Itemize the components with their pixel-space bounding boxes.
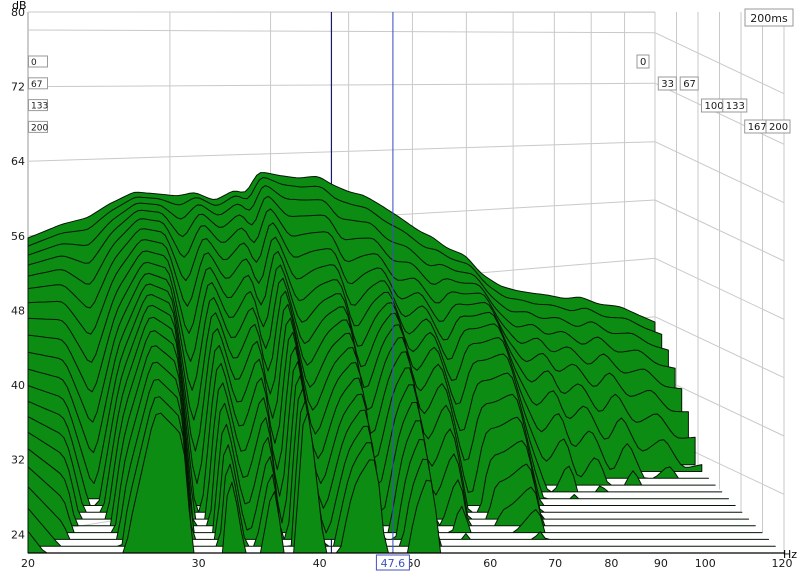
window-length-badge: 200ms [745,9,793,26]
db-tick-label: 40 [11,379,25,392]
freq-tick-label: 70 [548,557,562,570]
freq-tick-label: 80 [604,557,618,570]
front-top-gridline [28,30,655,33]
db-gridline [28,83,655,86]
time-label-right: 133 [726,101,745,112]
time-label-right: 167 [748,122,767,133]
time-label-right: 0 [640,57,646,68]
db-tick-label: 56 [11,230,25,243]
freq-tick-label: 40 [313,557,327,570]
freq-tick-label: 90 [654,557,668,570]
db-gridline [28,142,655,162]
waterfall-plot: 8072645648403224203040506070809010012006… [0,0,800,573]
db-tick-label: 64 [11,155,25,168]
freq-tick-label: 100 [695,557,716,570]
time-label-right: 67 [683,79,696,90]
time-label-left: 0 [31,58,37,68]
db-tick-label: 48 [11,304,25,317]
waterfall-chart: 8072645648403224203040506070809010012006… [0,0,800,573]
time-label-left: 67 [31,80,42,90]
freq-tick-label: 30 [192,557,206,570]
time-label-left: 133 [31,102,48,112]
y-axis-unit-label: dB [12,0,27,12]
time-label-right: 33 [661,79,674,90]
time-label-right: 100 [705,101,724,112]
x-axis-unit-label: Hz [783,548,797,561]
cursor-frequency-value[interactable]: 47.6 [381,557,406,570]
waterfall-slices [28,173,782,553]
time-label-left: 200 [31,123,48,133]
time-label-right: 200 [769,122,788,133]
freq-tick-label: 60 [483,557,497,570]
cursor-readout[interactable]: 47.6 [376,555,409,570]
db-tick-label: 24 [11,528,25,541]
db-tick-label: 32 [11,454,25,467]
window-length-text: 200ms [750,12,788,25]
db-tick-label: 72 [11,81,25,94]
freq-tick-label: 20 [21,557,35,570]
